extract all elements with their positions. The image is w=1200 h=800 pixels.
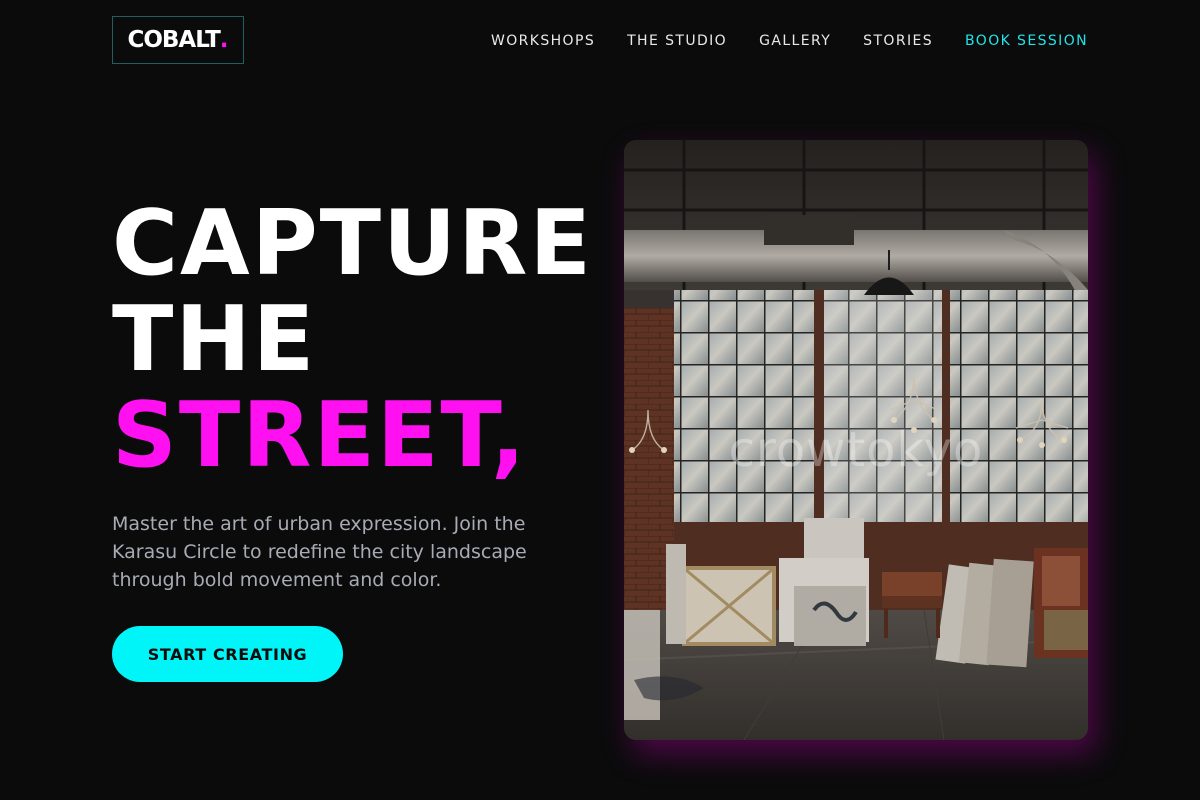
- image-watermark: crowtokyo: [728, 422, 984, 478]
- headline-line-1: CAPTURE: [112, 191, 593, 296]
- nav-book-session-link[interactable]: BOOK SESSION: [965, 33, 1088, 49]
- headline-line-2: THE: [112, 287, 317, 392]
- headline-line-3: STREET,: [112, 383, 528, 488]
- nav-item-gallery[interactable]: GALLERY: [759, 33, 831, 49]
- brand-logo[interactable]: COBALT.: [112, 16, 244, 64]
- nav-item-stories[interactable]: STORIES: [863, 33, 933, 49]
- hero-description: Master the art of urban expression. Join…: [112, 513, 527, 591]
- nav-item-workshops[interactable]: WORKSHOPS: [491, 33, 595, 49]
- start-creating-button[interactable]: START CREATING: [112, 626, 343, 682]
- brand-dot: .: [219, 27, 229, 53]
- brand-name: COBALT: [127, 27, 220, 53]
- landing-page: COBALT. WORKSHOPS THE STUDIO GALLERY STO…: [0, 0, 1200, 800]
- main-nav: WORKSHOPS THE STUDIO GALLERY STORIES BOO…: [491, 30, 1088, 52]
- nav-item-the-studio[interactable]: THE STUDIO: [627, 33, 727, 49]
- hero-headline: CAPTURE THE STREET,: [112, 196, 593, 484]
- hero-studio-image: crowtokyo: [624, 140, 1088, 740]
